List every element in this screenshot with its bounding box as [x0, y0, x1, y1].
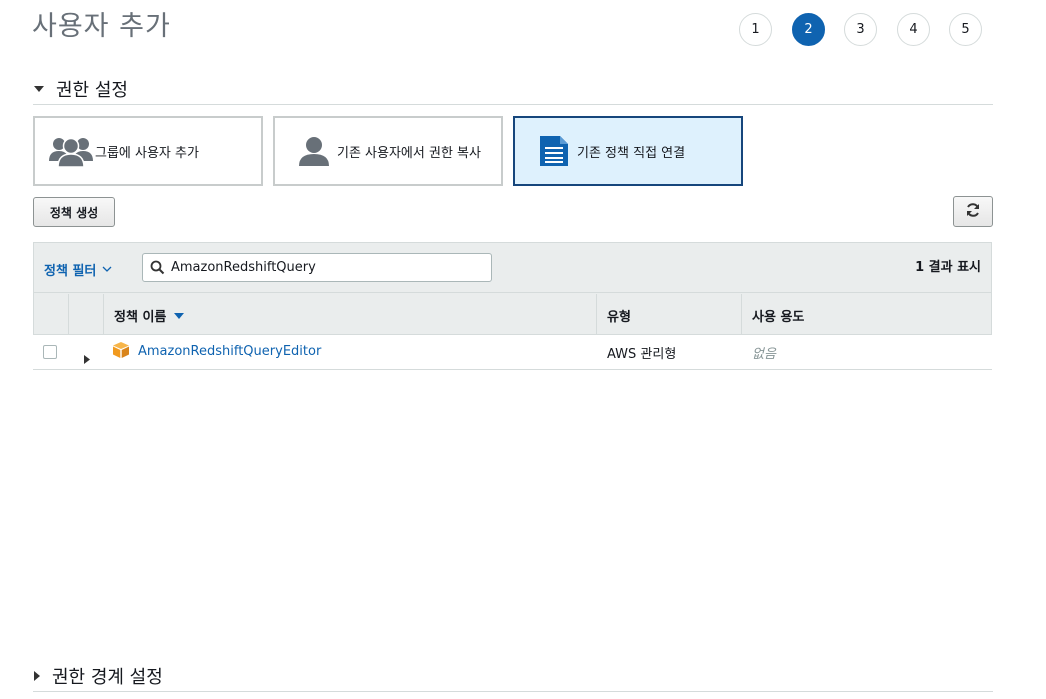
step-3[interactable]: 3	[844, 13, 877, 46]
permissions-boundary-toggle[interactable]: 권한 경계 설정	[34, 663, 163, 689]
user-icon	[291, 135, 337, 167]
column-divider	[103, 294, 104, 335]
option-label: 기존 사용자에서 권한 복사	[337, 145, 481, 161]
users-group-icon	[47, 134, 95, 168]
policy-search-box[interactable]	[142, 253, 492, 282]
policy-type: AWS 관리형	[607, 347, 677, 362]
policy-filter-label: 정책 필터	[44, 264, 97, 279]
permissions-boundary-title: 권한 경계 설정	[52, 667, 163, 688]
section-divider	[33, 691, 993, 692]
policy-name-link[interactable]: AmazonRedshiftQueryEditor	[138, 344, 321, 359]
column-header-usage[interactable]: 사용 용도	[752, 306, 804, 325]
policy-cube-icon	[112, 341, 130, 363]
document-icon	[531, 134, 577, 168]
policy-usage: 없음	[752, 347, 776, 362]
option-copy-from-user[interactable]: 기존 사용자에서 권한 복사	[273, 116, 503, 186]
column-header-type[interactable]: 유형	[607, 306, 631, 325]
step-1[interactable]: 1	[739, 13, 772, 46]
row-checkbox[interactable]	[43, 345, 57, 359]
option-label: 그룹에 사용자 추가	[95, 145, 199, 161]
caret-down-icon	[34, 86, 44, 92]
search-icon	[150, 260, 165, 279]
expand-row-icon[interactable]	[84, 349, 90, 368]
policy-filter-dropdown[interactable]: 정책 필터	[44, 260, 112, 279]
caret-right-icon	[34, 671, 40, 681]
option-label: 기존 정책 직접 연결	[577, 145, 686, 161]
result-count: 1 결과 표시	[915, 260, 981, 275]
chevron-down-icon	[102, 262, 112, 277]
refresh-icon	[965, 202, 981, 221]
section-divider	[33, 104, 993, 105]
step-4[interactable]: 4	[897, 13, 930, 46]
permissions-section-title: 권한 설정	[56, 80, 128, 101]
column-label: 정책 이름	[114, 310, 167, 325]
sort-down-icon	[174, 308, 185, 323]
row-divider	[33, 369, 992, 370]
option-attach-policies[interactable]: 기존 정책 직접 연결	[513, 116, 743, 186]
search-input[interactable]	[169, 259, 483, 276]
page-title: 사용자 추가	[32, 11, 171, 42]
column-divider	[596, 294, 597, 335]
column-header-policy-name[interactable]: 정책 이름	[114, 306, 185, 325]
create-policy-button[interactable]: 정책 생성	[33, 197, 115, 227]
step-5[interactable]: 5	[949, 13, 982, 46]
refresh-button[interactable]	[953, 196, 993, 227]
permissions-section-toggle[interactable]: 권한 설정	[34, 76, 128, 102]
column-divider	[68, 294, 69, 335]
column-divider	[741, 294, 742, 335]
step-2[interactable]: 2	[792, 13, 825, 46]
option-add-to-group[interactable]: 그룹에 사용자 추가	[33, 116, 263, 186]
